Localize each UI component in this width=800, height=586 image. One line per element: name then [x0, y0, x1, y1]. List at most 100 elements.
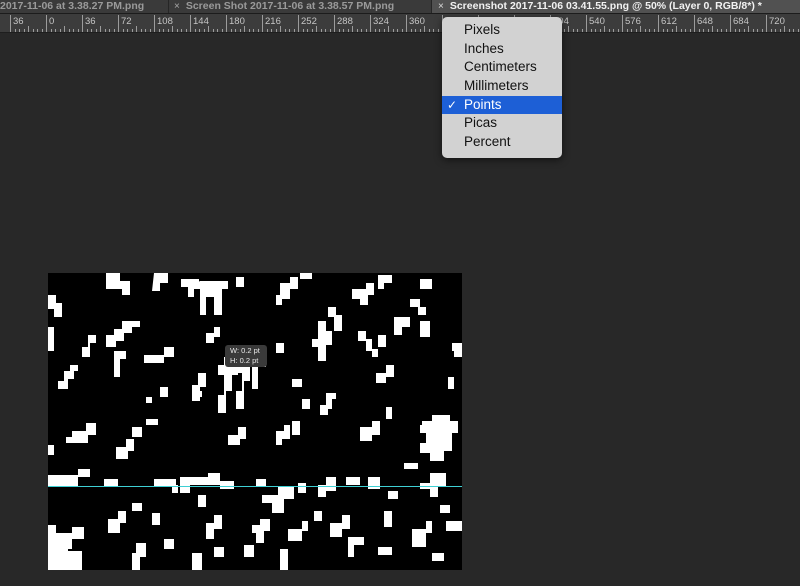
tooltip-width: W: 0.2 pt: [230, 346, 260, 355]
ruler-minor-tick: [770, 29, 772, 32]
ruler-major-tick: [82, 15, 83, 32]
ruler-minor-tick: [577, 29, 578, 32]
ruler-tick-label: 216: [265, 16, 281, 27]
ruler-minor-tick: [613, 29, 614, 32]
ruler-minor-tick: [230, 29, 232, 32]
menu-item-centimeters[interactable]: Centimeters: [442, 58, 562, 77]
ruler-minor-tick: [644, 29, 646, 32]
ruler-minor-tick: [158, 29, 160, 32]
menu-item-inches[interactable]: Inches: [442, 40, 562, 59]
ruler-minor-tick: [253, 29, 254, 32]
ruler-minor-tick: [599, 29, 601, 32]
menu-item-picas[interactable]: Picas: [442, 114, 562, 133]
document-image[interactable]: [48, 273, 462, 570]
ruler-minor-tick: [667, 29, 668, 32]
ruler-minor-tick: [185, 29, 187, 32]
menu-item-label: Picas: [464, 115, 498, 131]
ruler-minor-tick: [419, 29, 421, 32]
ruler-major-tick: [46, 15, 47, 32]
image-content: [48, 273, 462, 570]
document-tab[interactable]: 2017-11-06 at 3.38.27 PM.png: [0, 0, 168, 13]
close-icon[interactable]: ×: [438, 1, 444, 12]
horizontal-guide-line[interactable]: [48, 486, 462, 487]
document-tab-active[interactable]: × Screenshot 2017-11-06 03.41.55.png @ 50…: [432, 0, 800, 13]
ruler-tick-label: 36: [85, 16, 96, 27]
menu-item-percent[interactable]: Percent: [442, 133, 562, 152]
menu-item-label: Pixels: [464, 22, 501, 37]
ruler-minor-tick: [712, 26, 713, 32]
ruler-minor-tick: [356, 29, 358, 32]
ruler-major-tick: [262, 15, 263, 32]
ruler-minor-tick: [383, 29, 385, 32]
ruler-minor-tick: [707, 29, 709, 32]
ruler-minor-tick: [347, 29, 349, 32]
menu-item-label: Millimeters: [464, 78, 529, 94]
ruler-tick-label: 252: [301, 16, 317, 27]
ruler-minor-tick: [271, 29, 272, 32]
ruler-minor-tick: [77, 29, 79, 32]
ruler-minor-tick: [100, 26, 101, 32]
ruler-major-tick: [406, 15, 407, 32]
menu-item-points[interactable]: ✓ Points: [442, 95, 562, 115]
ruler-minor-tick: [235, 29, 236, 32]
ruler-minor-tick: [734, 29, 736, 32]
ruler-tick-label: 540: [589, 16, 605, 27]
ruler-tick-label: 108: [157, 16, 173, 27]
ruler-minor-tick: [595, 29, 596, 32]
checkmark-icon: ✓: [447, 97, 458, 112]
ruler-minor-tick: [163, 29, 164, 32]
ruler-minor-tick: [293, 29, 295, 32]
tab-title: Screen Shot 2017-11-06 at 3.38.57 PM.png: [185, 0, 395, 12]
ruler-minor-tick: [212, 29, 214, 32]
close-icon[interactable]: ×: [174, 1, 180, 12]
ruler-minor-tick: [275, 29, 277, 32]
ruler-minor-tick: [572, 29, 574, 32]
ruler-minor-tick: [631, 29, 632, 32]
ruler-minor-tick: [73, 29, 74, 32]
ruler-major-tick: [226, 15, 227, 32]
ruler-minor-tick: [433, 29, 434, 32]
ruler-major-tick: [334, 15, 335, 32]
menu-item-pixels[interactable]: Pixels: [442, 21, 562, 40]
ruler-minor-tick: [343, 29, 344, 32]
ruler-minor-tick: [428, 29, 430, 32]
ruler-tick-label: 360: [409, 16, 425, 27]
ruler-major-tick: [694, 15, 695, 32]
ruler-minor-tick: [568, 26, 569, 32]
document-tab[interactable]: × Screen Shot 2017-11-06 at 3.38.57 PM.pn…: [169, 0, 436, 13]
menu-item-label: Points: [464, 96, 502, 112]
menu-item-label: Percent: [464, 134, 511, 150]
ruler-minor-tick: [604, 26, 605, 32]
ruler-tick-label: 324: [373, 16, 389, 27]
ruler-minor-tick: [775, 29, 776, 32]
tab-title: Screenshot 2017-11-06 03.41.55.png @ 50%…: [449, 0, 762, 12]
ruler-minor-tick: [41, 29, 43, 32]
ruler-minor-tick: [307, 29, 308, 32]
ruler-tick-label: 144: [193, 16, 209, 27]
ruler-units-menu: Pixels Inches Centimeters Millimeters ✓ P…: [442, 17, 562, 158]
ruler-minor-tick: [757, 29, 758, 32]
ruler-minor-tick: [104, 29, 106, 32]
ruler-minor-tick: [172, 26, 173, 32]
menu-item-millimeters[interactable]: Millimeters: [442, 77, 562, 96]
ruler-minor-tick: [50, 29, 52, 32]
ruler-minor-tick: [563, 29, 565, 32]
ruler-minor-tick: [671, 29, 673, 32]
ruler-minor-tick: [410, 29, 412, 32]
ruler-minor-tick: [689, 29, 691, 32]
ruler-minor-tick: [752, 29, 754, 32]
ruler-minor-tick: [55, 29, 56, 32]
ruler-minor-tick: [64, 26, 65, 32]
ruler-minor-tick: [662, 29, 664, 32]
ruler-tick-label: 0: [49, 16, 55, 27]
ruler-minor-tick: [248, 29, 250, 32]
ruler-minor-tick: [788, 29, 790, 32]
ruler-tick-label: 720: [769, 16, 785, 27]
menu-item-label: Centimeters: [464, 59, 537, 75]
horizontal-ruler[interactable]: 3603672108144180216252288324360396432468…: [0, 14, 800, 33]
ruler-minor-tick: [415, 29, 416, 32]
ruler-minor-tick: [635, 29, 637, 32]
ruler-minor-tick: [181, 29, 182, 32]
ruler-minor-tick: [590, 29, 592, 32]
ruler-minor-tick: [140, 29, 142, 32]
